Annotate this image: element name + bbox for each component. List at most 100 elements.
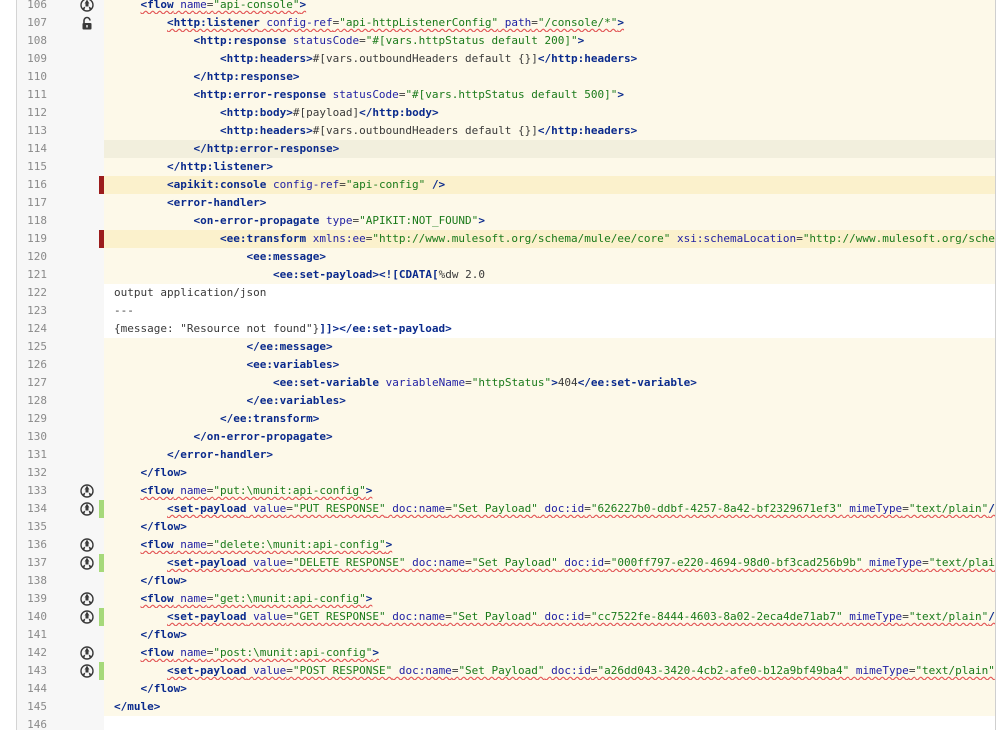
code-line[interactable]: 127 <ee:set-variable variableName="httpSt… <box>0 374 1001 392</box>
code-text[interactable]: <http:headers>#[vars.outboundHeaders def… <box>104 122 995 140</box>
code-text[interactable]: <set-payload value="PUT RESPONSE" doc:na… <box>104 500 995 518</box>
code-line[interactable]: 142 <flow name="post:\munit:api-config"> <box>0 644 1001 662</box>
code-line[interactable]: 111 <http:error-response statusCode="#[va… <box>0 86 1001 104</box>
debug-icon[interactable] <box>80 0 94 12</box>
code-text[interactable]: </on-error-propagate> <box>104 428 995 446</box>
code-line[interactable]: 113 <http:headers>#[vars.outboundHeaders … <box>0 122 1001 140</box>
code-line[interactable]: 117 <error-handler> <box>0 194 1001 212</box>
debug-icon[interactable] <box>80 610 94 624</box>
code-text[interactable]: <http:listener config-ref = "api-httpListe… <box>104 14 995 32</box>
code-line[interactable]: 108 <http:response statusCode="#[vars.htt… <box>0 32 1001 50</box>
code-text[interactable]: <flow name="api-console"> <box>104 0 995 14</box>
code-text[interactable]: {message: "Resource not found"}]]></ee:s… <box>104 320 995 338</box>
unlock-icon[interactable] <box>80 16 94 30</box>
code-line[interactable]: 121 <ee:set-payload><![CDATA[%dw 2.0 <box>0 266 1001 284</box>
debug-icon[interactable] <box>80 484 94 498</box>
code-text[interactable]: <http:response statusCode="#[vars.httpSt… <box>104 32 995 50</box>
code-token: name <box>180 0 207 11</box>
code-text[interactable]: <flow name="get:\munit:api-config"> <box>104 590 995 608</box>
code-line[interactable]: 136 <flow name="delete:\munit:api-config"… <box>0 536 1001 554</box>
code-line[interactable]: 125 </ee:message> <box>0 338 1001 356</box>
code-text[interactable]: <on-error-propagate type="APIKIT:NOT_FOU… <box>104 212 995 230</box>
code-text[interactable]: <http:error-response statusCode="#[vars.… <box>104 86 995 104</box>
code-text[interactable]: <http:headers>#[vars.outboundHeaders def… <box>104 50 995 68</box>
code-line[interactable]: 144 </flow> <box>0 680 1001 698</box>
code-line[interactable]: 119 <ee:transform xmlns:ee="http://www.mu… <box>0 230 1001 248</box>
code-text[interactable]: </flow> <box>104 680 995 698</box>
code-text[interactable]: <ee:message> <box>104 248 995 266</box>
code-text[interactable]: <ee:variables> <box>104 356 995 374</box>
code-line[interactable]: 123 --- <box>0 302 1001 320</box>
code-text[interactable]: <set-payload value="GET RESPONSE" doc:na… <box>104 608 995 626</box>
debug-icon[interactable] <box>80 538 94 552</box>
code-text[interactable]: </flow> <box>104 626 995 644</box>
code-line[interactable]: 129 </ee:transform> <box>0 410 1001 428</box>
code-line[interactable]: 122 output application/json <box>0 284 1001 302</box>
code-line[interactable]: 109 <http:headers>#[vars.outboundHeaders … <box>0 50 1001 68</box>
code-line[interactable]: 120 <ee:message> <box>0 248 1001 266</box>
debug-icon[interactable] <box>80 592 94 606</box>
code-text[interactable]: <http:body>#[payload]</http:body> <box>104 104 995 122</box>
code-text[interactable]: </ee:message> <box>104 338 995 356</box>
code-text[interactable]: </http:response> <box>104 68 995 86</box>
code-line[interactable]: 131 </error-handler> <box>0 446 1001 464</box>
code-line[interactable]: 106 <flow name="api-console"> <box>0 0 1001 14</box>
code-text[interactable]: <ee:transform xmlns:ee="http://www.mules… <box>104 230 995 248</box>
code-line[interactable]: 137 <set-payload value="DELETE RESPONSE" … <box>0 554 1001 572</box>
debug-icon[interactable] <box>80 556 94 570</box>
code-text[interactable]: </flow> <box>104 572 995 590</box>
code-token: --- <box>114 304 134 317</box>
code-text[interactable]: </ee:transform> <box>104 410 995 428</box>
code-line[interactable]: 126 <ee:variables> <box>0 356 1001 374</box>
code-line[interactable]: 116 <apikit:console config-ref="api-confi… <box>0 176 1001 194</box>
debug-icon[interactable] <box>80 502 94 516</box>
code-text[interactable]: <apikit:console config-ref="api-config" … <box>104 176 995 194</box>
line-number: 135 <box>27 520 47 533</box>
code-text[interactable]: <set-payload value="POST RESPONSE" doc:n… <box>104 662 995 680</box>
line-number: 129 <box>27 412 47 425</box>
code-line[interactable]: 139 <flow name="get:\munit:api-config"> <box>0 590 1001 608</box>
code-text[interactable]: </ee:variables> <box>104 392 995 410</box>
code-line[interactable]: 112 <http:body>#[payload]</http:body> <box>0 104 1001 122</box>
code-line[interactable]: 140 <set-payload value="GET RESPONSE" doc… <box>0 608 1001 626</box>
code-line[interactable]: 130 </on-error-propagate> <box>0 428 1001 446</box>
code-text[interactable]: </http:error-response> <box>104 140 995 158</box>
code-text[interactable]: </flow> <box>104 518 995 536</box>
code-line[interactable]: 135 </flow> <box>0 518 1001 536</box>
xml-code-editor[interactable]: 106 <flow name="api-console"> 107 <http:lis… <box>0 0 1001 730</box>
code-line[interactable]: 133 <flow name="put:\munit:api-config"> <box>0 482 1001 500</box>
code-text[interactable]: </error-handler> <box>104 446 995 464</box>
code-text[interactable] <box>104 716 995 730</box>
code-line[interactable]: 138 </flow> <box>0 572 1001 590</box>
code-text[interactable]: <flow name="delete:\munit:api-config"> <box>104 536 995 554</box>
code-text[interactable]: </mule> <box>104 698 995 716</box>
code-line[interactable]: 141 </flow> <box>0 626 1001 644</box>
code-line[interactable]: 134 <set-payload value="PUT RESPONSE" doc… <box>0 500 1001 518</box>
code-text[interactable]: </http:listener> <box>104 158 995 176</box>
line-number: 108 <box>27 34 47 47</box>
code-line[interactable]: 146 <box>0 716 1001 730</box>
code-text[interactable]: <ee:set-payload><![CDATA[%dw 2.0 <box>104 266 995 284</box>
code-text[interactable]: <flow name="post:\munit:api-config"> <box>104 644 995 662</box>
code-token: "GET RESPONSE" <box>292 610 386 623</box>
code-line[interactable]: 115 </http:listener> <box>0 158 1001 176</box>
code-text[interactable]: <ee:set-variable variableName="httpStatu… <box>104 374 995 392</box>
code-line[interactable]: 110 </http:response> <box>0 68 1001 86</box>
code-line[interactable]: 124 {message: "Resource not found"}]]></e… <box>0 320 1001 338</box>
code-line[interactable]: 145 </mule> <box>0 698 1001 716</box>
debug-icon[interactable] <box>80 664 94 678</box>
code-line[interactable]: 128 </ee:variables> <box>0 392 1001 410</box>
code-line[interactable]: 107 <http:listener config-ref = "api-httpLi… <box>0 14 1001 32</box>
code-line[interactable]: 132 </flow> <box>0 464 1001 482</box>
code-lines[interactable]: 106 <flow name="api-console"> 107 <http:lis… <box>0 0 1001 730</box>
code-line[interactable]: 114 </http:error-response> <box>0 140 1001 158</box>
code-line[interactable]: 118 <on-error-propagate type="APIKIT:NOT_… <box>0 212 1001 230</box>
code-text[interactable]: --- <box>104 302 995 320</box>
code-text[interactable]: <flow name="put:\munit:api-config"> <box>104 482 995 500</box>
code-text[interactable]: <error-handler> <box>104 194 995 212</box>
code-line[interactable]: 143 <set-payload value="POST RESPONSE" do… <box>0 662 1001 680</box>
debug-icon[interactable] <box>80 646 94 660</box>
code-text[interactable]: </flow> <box>104 464 995 482</box>
code-text[interactable]: <set-payload value="DELETE RESPONSE" doc… <box>104 554 995 572</box>
code-text[interactable]: output application/json <box>104 284 995 302</box>
